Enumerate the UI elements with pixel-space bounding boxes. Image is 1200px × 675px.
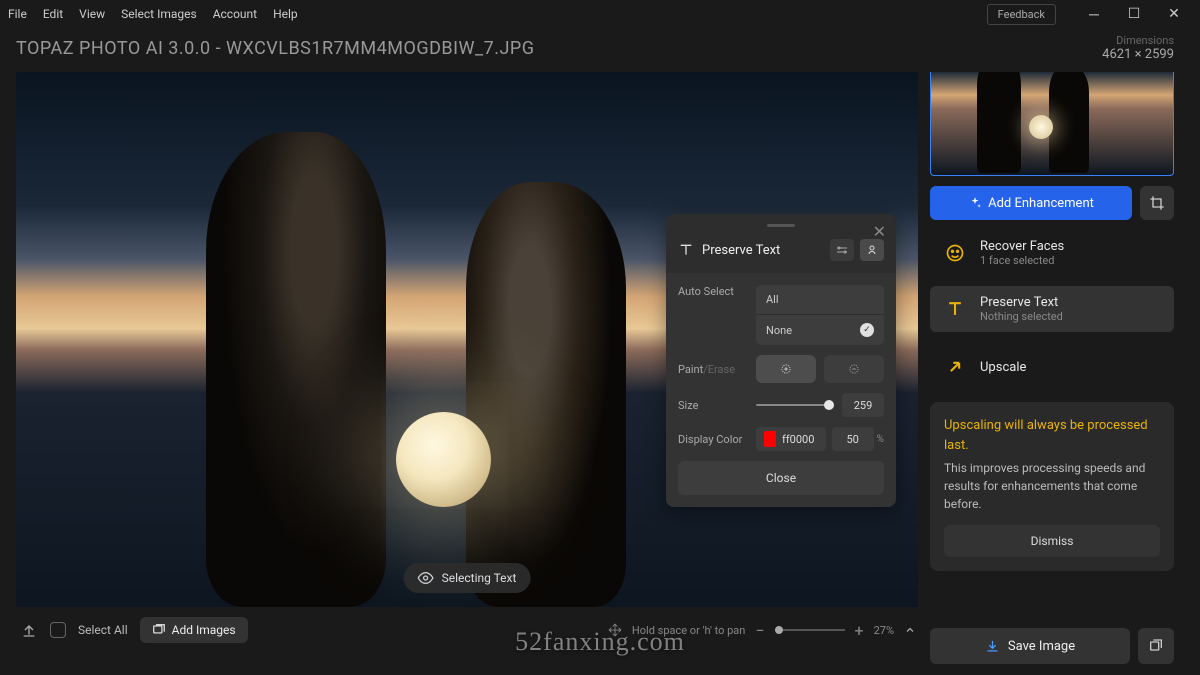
color-swatch: [764, 431, 776, 447]
image-thumbnail[interactable]: ⋮: [930, 72, 1174, 176]
save-icon: [985, 639, 1000, 654]
move-icon: [608, 623, 622, 637]
size-value[interactable]: 259: [842, 393, 884, 417]
sidebar-item-label: Upscale: [980, 360, 1026, 375]
selecting-text-label: Selecting Text: [442, 571, 517, 585]
bottom-bar: Select All Add Images Hold space or 'h' …: [16, 607, 920, 653]
crop-icon: [1149, 195, 1165, 211]
save-image-button[interactable]: Save Image: [930, 628, 1130, 664]
sidebar-item-recover-faces[interactable]: Recover Faces 1 face selected: [930, 230, 1174, 276]
maximize-button[interactable]: ☐: [1116, 0, 1152, 28]
face-icon: [940, 238, 970, 268]
zoom-expand-icon[interactable]: [904, 624, 916, 636]
pan-hint: Hold space or 'h' to pan: [632, 624, 745, 637]
images-icon: [152, 623, 166, 637]
header: TOPAZ PHOTO AI 3.0.0 - WXCVLBS1R7MM4MOGD…: [0, 28, 1200, 72]
preserve-text-panel: ✕ Preserve Text Auto Select All: [666, 214, 896, 507]
add-images-button[interactable]: Add Images: [140, 617, 248, 643]
auto-select-label: Auto Select: [678, 285, 756, 298]
text-icon: [940, 294, 970, 324]
panel-mask-icon[interactable]: [860, 239, 884, 261]
sidebar-item-upscale[interactable]: Upscale: [930, 342, 1174, 392]
minimize-button[interactable]: ─: [1076, 0, 1112, 28]
percent-label: %: [877, 434, 884, 445]
panel-close-button[interactable]: Close: [678, 461, 884, 495]
menu-view[interactable]: View: [79, 7, 105, 21]
feedback-button[interactable]: Feedback: [987, 4, 1056, 25]
selecting-text-pill[interactable]: Selecting Text: [404, 563, 531, 593]
image-content: [466, 182, 626, 607]
add-enhancement-button[interactable]: Add Enhancement: [930, 186, 1132, 220]
eye-icon: [418, 570, 434, 586]
dimensions-label: Dimensions: [1102, 34, 1174, 47]
zoom-slider[interactable]: [775, 629, 845, 631]
menu-select-images[interactable]: Select Images: [121, 7, 197, 21]
select-all-checkbox[interactable]: [50, 622, 66, 638]
close-button[interactable]: ✕: [1156, 0, 1192, 28]
export-button[interactable]: [1138, 628, 1174, 664]
sparkle-icon: [968, 196, 982, 210]
zoom-out-icon[interactable]: −: [755, 621, 764, 640]
check-icon: ✓: [860, 323, 874, 337]
menu-edit[interactable]: Edit: [43, 7, 63, 21]
notice-title: Upscaling will always be processed last.: [944, 416, 1160, 455]
text-icon: [678, 242, 694, 258]
sidebar: ⋮ Add Enhancement Recover Faces 1 face s…: [920, 72, 1184, 674]
upscale-icon: [940, 352, 970, 382]
display-color-label: Display Color: [678, 433, 756, 446]
color-input[interactable]: ff0000: [756, 427, 826, 451]
crop-button[interactable]: [1140, 186, 1174, 220]
notice-body: This improves processing speeds and resu…: [944, 459, 1160, 513]
size-label: Size: [678, 399, 756, 412]
sidebar-item-sublabel: Nothing selected: [980, 310, 1164, 323]
menu-help[interactable]: Help: [273, 7, 298, 21]
sidebar-item-label: Recover Faces: [980, 239, 1164, 254]
app-title: TOPAZ PHOTO AI 3.0.0 - WXCVLBS1R7MM4MOGD…: [16, 38, 535, 59]
sidebar-item-sublabel: 1 face selected: [980, 254, 1164, 267]
title-bar: File Edit View Select Images Account Hel…: [0, 0, 1200, 28]
select-all-label[interactable]: Select All: [78, 623, 128, 637]
auto-select-all[interactable]: All: [756, 285, 884, 314]
size-slider[interactable]: [756, 404, 834, 406]
dismiss-button[interactable]: Dismiss: [944, 525, 1160, 557]
paint-button[interactable]: [756, 355, 816, 383]
panel-settings-icon[interactable]: [830, 239, 854, 261]
sidebar-item-label: Preserve Text: [980, 295, 1164, 310]
sidebar-item-preserve-text[interactable]: Preserve Text Nothing selected: [930, 286, 1174, 332]
zoom-in-icon[interactable]: +: [855, 621, 864, 640]
zoom-value: 27%: [874, 624, 894, 637]
image-content: [396, 412, 491, 507]
upscale-notice: Upscaling will always be processed last.…: [930, 402, 1174, 571]
panel-drag-handle[interactable]: [767, 224, 795, 227]
opacity-input[interactable]: 50: [832, 427, 874, 451]
paint-erase-label: Paint/Erase: [678, 363, 756, 376]
menu-account[interactable]: Account: [213, 7, 257, 21]
panel-close-icon[interactable]: ✕: [873, 222, 886, 241]
dimensions-block: Dimensions 4621 × 2599: [1102, 34, 1174, 62]
dimensions-value: 4621 × 2599: [1102, 47, 1174, 62]
auto-select-none[interactable]: None ✓: [756, 314, 884, 345]
export-icon: [1148, 638, 1164, 654]
image-canvas[interactable]: Selecting Text ✕ Preserve Text Auto Sele…: [16, 72, 918, 607]
erase-button[interactable]: [824, 355, 884, 383]
image-content: [206, 132, 386, 607]
panel-title: Preserve Text: [702, 243, 822, 258]
window-controls: Feedback ─ ☐ ✕: [987, 0, 1192, 28]
menu-file[interactable]: File: [8, 7, 27, 21]
main-menu: File Edit View Select Images Account Hel…: [8, 7, 298, 21]
upload-icon[interactable]: [20, 621, 38, 639]
